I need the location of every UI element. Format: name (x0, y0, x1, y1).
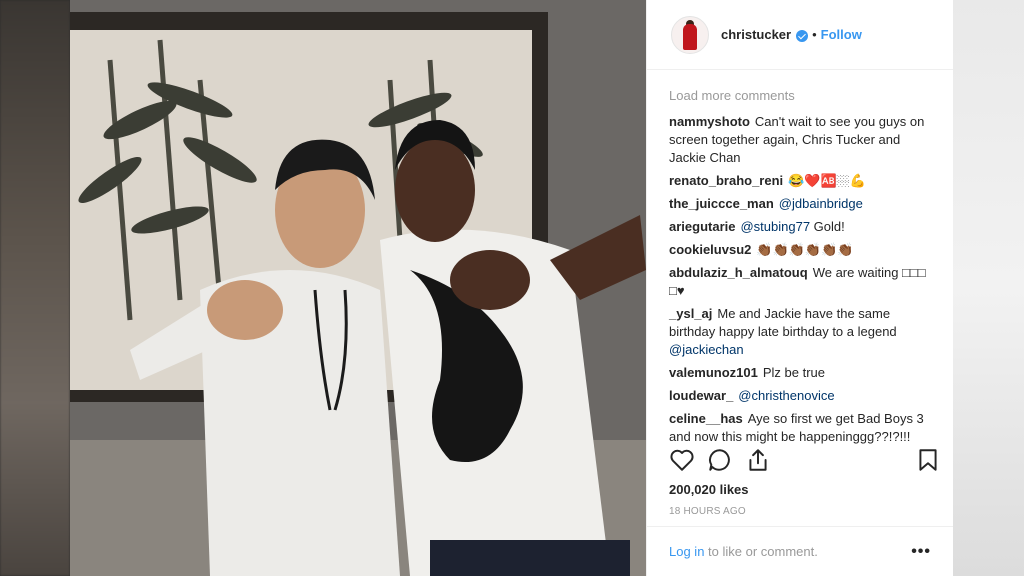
comment-text: 👏🏾👏🏾👏🏾👏🏾👏🏾👏🏾 (756, 242, 854, 257)
login-prompt-text: to like or comment. (704, 544, 818, 559)
comment-text: 😂❤️🆎🏼💪 (788, 173, 866, 188)
comment-mention[interactable]: @jackiechan (669, 342, 744, 357)
follow-button[interactable]: Follow (821, 27, 862, 42)
username-link[interactable]: christucker (721, 27, 791, 42)
comments-list: Load more comments nammyshoto Can't wait … (647, 70, 953, 446)
comment-footer: Log in to like or comment. ••• (647, 526, 953, 576)
action-bar (669, 447, 941, 475)
comment-mention[interactable]: @christhenovice (738, 388, 834, 403)
comment-item: _ysl_aj Me and Jackie have the same birth… (669, 305, 931, 359)
comment-username[interactable]: ariegutarie (669, 219, 735, 234)
comment-item: ariegutarie @stubing77 Gold! (669, 218, 931, 236)
post-photo (70, 0, 646, 576)
post-panel: christucker • Follow Load more comments … (646, 0, 953, 576)
heart-icon[interactable] (669, 447, 695, 473)
comment-username[interactable]: the_juiccce_man (669, 196, 774, 211)
comment-username[interactable]: renato_braho_reni (669, 173, 783, 188)
comment-item: cookieluvsu2 👏🏾👏🏾👏🏾👏🏾👏🏾👏🏾 (669, 241, 931, 259)
comment-username[interactable]: _ysl_aj (669, 306, 712, 321)
bookmark-icon[interactable] (915, 447, 941, 473)
comment-text: Gold! (810, 219, 845, 234)
login-link[interactable]: Log in (669, 544, 704, 559)
more-options-icon[interactable]: ••• (911, 543, 931, 561)
comment-item: renato_braho_reni 😂❤️🆎🏼💪 (669, 172, 931, 190)
comment-username[interactable]: celine__has (669, 411, 743, 426)
comment-mention[interactable]: @jdbainbridge (779, 196, 863, 211)
comment-username[interactable]: abdulaziz_h_almatouq (669, 265, 808, 280)
share-icon[interactable] (745, 447, 771, 473)
login-prompt: Log in to like or comment. (669, 544, 818, 559)
avatar[interactable] (671, 15, 709, 54)
load-more-comments-link[interactable]: Load more comments (669, 88, 931, 103)
background-blur-left (0, 0, 70, 576)
separator-dot: • (812, 27, 817, 42)
comment-item: valemunoz101 Plz be true (669, 364, 931, 382)
comment-mention[interactable]: @stubing77 (740, 219, 810, 234)
comment-item: nammyshoto Can't wait to see you guys on … (669, 113, 931, 167)
comment-item: loudewar_ @christhenovice (669, 387, 931, 405)
background-blur-right (952, 0, 1024, 576)
avatar-figure (683, 23, 697, 50)
likes-count[interactable]: 200,020 likes (669, 482, 749, 497)
comment-item: celine__has Aye so first we get Bad Boys … (669, 410, 931, 446)
comment-username[interactable]: nammyshoto (669, 114, 750, 129)
comment-item: abdulaziz_h_almatouq We are waiting □□□ □… (669, 264, 931, 300)
comment-text: Plz be true (762, 365, 826, 380)
comment-username[interactable]: valemunoz101 (669, 365, 758, 380)
comment-icon[interactable] (707, 447, 733, 473)
verified-icon (796, 29, 809, 42)
post-header: christucker • Follow (647, 0, 953, 70)
comment-username[interactable]: cookieluvsu2 (669, 242, 751, 257)
photo-illustration (70, 0, 646, 576)
post-timestamp: 18 HOURS AGO (669, 506, 746, 517)
comment-item: the_juiccce_man @jdbainbridge (669, 195, 931, 213)
comment-username[interactable]: loudewar_ (669, 388, 733, 403)
